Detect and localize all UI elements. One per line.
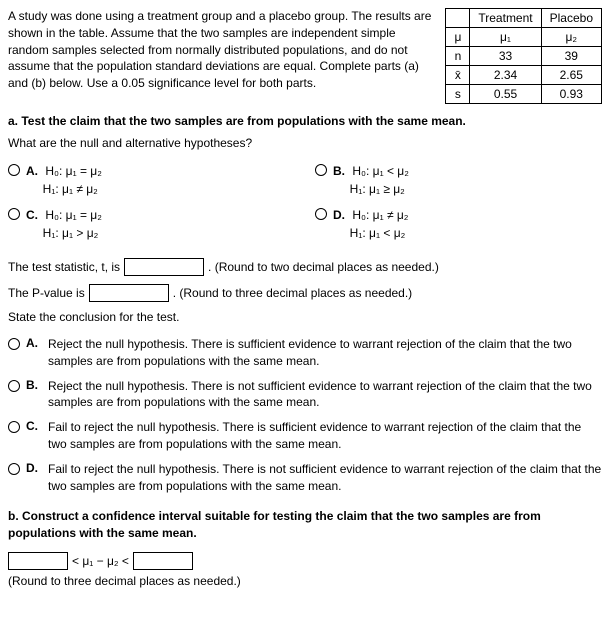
ci-upper-input[interactable] bbox=[133, 552, 193, 570]
table-cell: n bbox=[446, 47, 470, 66]
radio-icon[interactable] bbox=[8, 421, 20, 433]
h1-text: H₁: μ₁ > μ₂ bbox=[43, 226, 99, 240]
conclusion-option-c[interactable]: C. Fail to reject the null hypothesis. T… bbox=[8, 419, 602, 453]
pvalue-label: The P-value is bbox=[8, 286, 85, 300]
radio-icon[interactable] bbox=[8, 208, 20, 220]
hypothesis-option-c[interactable]: C. H₀: μ₁ = μ₂ H₁: μ₁ > μ₂ bbox=[8, 206, 295, 242]
option-label: D. bbox=[333, 208, 345, 222]
h1-text: H₁: μ₁ ≥ μ₂ bbox=[350, 182, 405, 196]
hypothesis-option-a[interactable]: A. H₀: μ₁ = μ₂ H₁: μ₁ ≠ μ₂ bbox=[8, 162, 295, 198]
pvalue-hint: . (Round to three decimal places as need… bbox=[173, 286, 412, 300]
option-label: B. bbox=[26, 378, 38, 392]
test-stat-label: The test statistic, t, is bbox=[8, 260, 120, 274]
radio-icon[interactable] bbox=[315, 164, 327, 176]
conclusion-text: Reject the null hypothesis. There is suf… bbox=[48, 336, 602, 370]
part-b-label: b. Construct a confidence interval suita… bbox=[8, 508, 602, 542]
radio-icon[interactable] bbox=[8, 380, 20, 392]
ci-hint: (Round to three decimal places as needed… bbox=[8, 574, 602, 588]
table-cell: s bbox=[446, 85, 470, 104]
table-cell: μ₂ bbox=[541, 28, 601, 47]
conclusion-option-b[interactable]: B. Reject the null hypothesis. There is … bbox=[8, 378, 602, 412]
table-cell: 0.55 bbox=[470, 85, 541, 104]
h1-text: H₁: μ₁ ≠ μ₂ bbox=[43, 182, 98, 196]
table-cell: x̄ bbox=[446, 66, 470, 85]
hypothesis-option-b[interactable]: B. H₀: μ₁ < μ₂ H₁: μ₁ ≥ μ₂ bbox=[315, 162, 602, 198]
radio-icon[interactable] bbox=[8, 164, 20, 176]
radio-icon[interactable] bbox=[315, 208, 327, 220]
table-cell: 2.34 bbox=[470, 66, 541, 85]
conclusion-option-a[interactable]: A. Reject the null hypothesis. There is … bbox=[8, 336, 602, 370]
conclusion-text: Reject the null hypothesis. There is not… bbox=[48, 378, 602, 412]
conclusion-option-d[interactable]: D. Fail to reject the null hypothesis. T… bbox=[8, 461, 602, 495]
option-label: A. bbox=[26, 164, 38, 178]
hypothesis-option-d[interactable]: D. H₀: μ₁ ≠ μ₂ H₁: μ₁ < μ₂ bbox=[315, 206, 602, 242]
h0-text: H₀: μ₁ = μ₂ bbox=[45, 164, 102, 178]
option-label: C. bbox=[26, 208, 38, 222]
option-label: C. bbox=[26, 419, 38, 433]
test-stat-input[interactable] bbox=[124, 258, 204, 276]
option-label: D. bbox=[26, 461, 38, 475]
pvalue-input[interactable] bbox=[89, 284, 169, 302]
problem-statement: A study was done using a treatment group… bbox=[8, 8, 437, 104]
radio-icon[interactable] bbox=[8, 338, 20, 350]
h1-text: H₁: μ₁ < μ₂ bbox=[350, 226, 406, 240]
table-cell: 33 bbox=[470, 47, 541, 66]
table-cell: 39 bbox=[541, 47, 601, 66]
table-cell: μ₁ bbox=[470, 28, 541, 47]
data-table: Treatment Placebo μ μ₁ μ₂ n 33 39 x̄ 2.3… bbox=[445, 8, 602, 104]
conclusion-text: Fail to reject the null hypothesis. Ther… bbox=[48, 461, 602, 495]
table-cell: μ bbox=[446, 28, 470, 47]
table-header-blank bbox=[446, 9, 470, 28]
table-header-placebo: Placebo bbox=[541, 9, 601, 28]
part-a-label: a. Test the claim that the two samples a… bbox=[8, 114, 602, 128]
ci-lower-input[interactable] bbox=[8, 552, 68, 570]
h0-text: H₀: μ₁ ≠ μ₂ bbox=[352, 208, 408, 222]
test-stat-hint: . (Round to two decimal places as needed… bbox=[208, 260, 439, 274]
conclusion-label: State the conclusion for the test. bbox=[8, 310, 602, 324]
hypothesis-question: What are the null and alternative hypoth… bbox=[8, 136, 602, 150]
radio-icon[interactable] bbox=[8, 463, 20, 475]
conclusion-text: Fail to reject the null hypothesis. Ther… bbox=[48, 419, 602, 453]
table-cell: 2.65 bbox=[541, 66, 601, 85]
h0-text: H₀: μ₁ = μ₂ bbox=[45, 208, 102, 222]
option-label: A. bbox=[26, 336, 38, 350]
table-header-treatment: Treatment bbox=[470, 9, 541, 28]
option-label: B. bbox=[333, 164, 345, 178]
table-cell: 0.93 bbox=[541, 85, 601, 104]
ci-mid-text: < μ₁ − μ₂ < bbox=[72, 554, 129, 568]
h0-text: H₀: μ₁ < μ₂ bbox=[352, 164, 409, 178]
